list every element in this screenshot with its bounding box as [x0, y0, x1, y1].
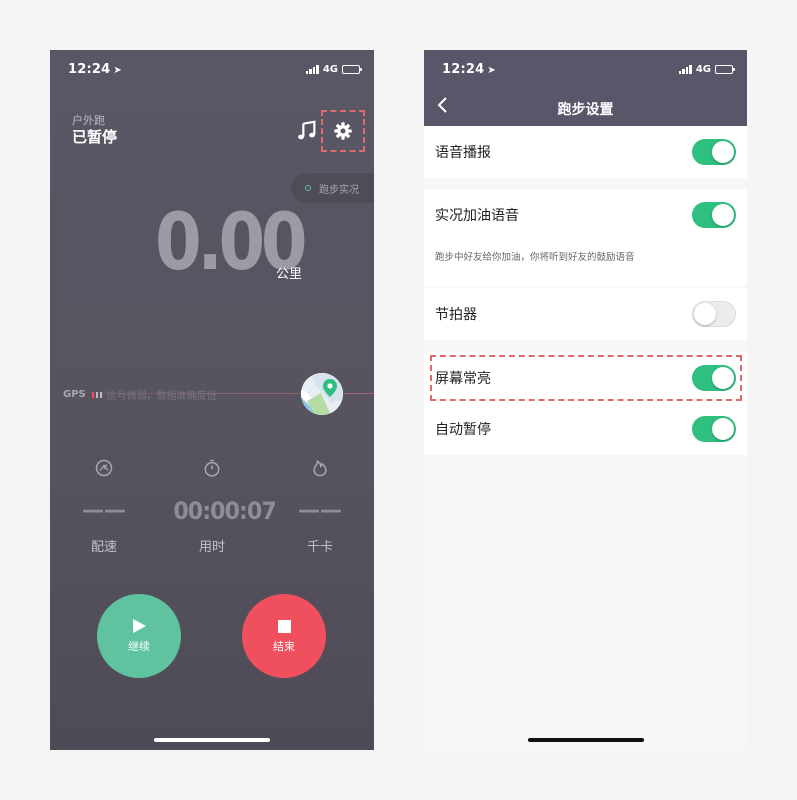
network-label: 4G: [695, 64, 711, 75]
map-button[interactable]: [301, 373, 343, 415]
live-status-button[interactable]: 跑步实况: [291, 173, 374, 203]
run-settings-screen: 12:24 ➤ 4G 跑步设置 语音播报 实况加油语音 跑步中好友给你加油，你将听…: [424, 50, 747, 750]
stop-label: 结束: [273, 639, 295, 653]
location-arrow-icon: ➤: [113, 65, 122, 76]
voice-broadcast-toggle[interactable]: [692, 139, 736, 165]
running-screen: 12:24 ➤ 4G 户外跑 已暂停 跑步实况 0.00 公里 GPS 信号微弱…: [50, 50, 374, 750]
setting-voice-broadcast: 语音播报: [424, 126, 747, 178]
distance-unit: 公里: [276, 267, 303, 282]
settings-button[interactable]: [321, 110, 365, 152]
setting-label: 节拍器: [435, 307, 477, 323]
run-status: 已暂停: [72, 128, 118, 146]
flame-icon: [313, 459, 327, 477]
gps-label: GPS: [63, 389, 86, 400]
battery-icon: [342, 65, 362, 74]
status-bar: 12:24 ➤ 4G: [50, 50, 374, 90]
status-right: 4G: [305, 64, 362, 75]
home-indicator[interactable]: [528, 738, 644, 742]
stat-pace: —— 配速: [74, 458, 134, 555]
pace-value: ——: [82, 498, 126, 523]
gps-message: 信号微弱，数据准确度低: [106, 391, 217, 402]
battery-icon: [715, 65, 735, 74]
setting-label: 实况加油语音: [435, 208, 519, 224]
calories-label: 千卡: [306, 540, 333, 555]
gear-icon: [334, 122, 352, 140]
setting-metronome: 节拍器: [424, 288, 747, 340]
map-icon: [301, 373, 343, 415]
live-label: 跑步实况: [319, 184, 359, 196]
signal-icon: [305, 65, 319, 74]
stat-calories: —— 千卡: [290, 458, 350, 555]
cheer-voice-toggle[interactable]: [692, 202, 736, 228]
gps-status: GPS 信号微弱，数据准确度低: [63, 387, 217, 402]
auto-pause-toggle[interactable]: [692, 416, 736, 442]
metronome-toggle[interactable]: [692, 301, 736, 327]
home-indicator[interactable]: [154, 738, 270, 742]
music-icon[interactable]: [296, 120, 318, 142]
live-dot-icon: [305, 185, 311, 191]
duration-label: 用时: [198, 540, 225, 555]
duration-value: 00:00:07: [173, 497, 276, 525]
signal-icon: [678, 65, 692, 74]
setting-auto-pause: 自动暂停: [424, 403, 747, 455]
setting-label: 语音播报: [435, 145, 491, 161]
gps-signal-icon: [91, 391, 102, 398]
network-label: 4G: [322, 64, 338, 75]
status-time: 12:24 ➤: [68, 62, 122, 77]
settings-header: 12:24 ➤ 4G 跑步设置: [424, 50, 747, 126]
location-arrow-icon: ➤: [487, 65, 496, 76]
setting-label: 自动暂停: [435, 422, 491, 438]
continue-button[interactable]: 继续: [97, 594, 181, 678]
calories-value: ——: [298, 498, 342, 523]
speedometer-icon: [95, 459, 113, 477]
status-right: 4G: [678, 64, 735, 75]
stopwatch-icon: [204, 459, 220, 477]
stop-button[interactable]: 结束: [242, 594, 326, 678]
status-bar: 12:24 ➤ 4G: [424, 50, 747, 90]
cheer-voice-note: 跑步中好友给你加油，你将听到好友的鼓励语音: [424, 241, 747, 286]
continue-label: 继续: [128, 640, 150, 653]
play-icon: [133, 619, 146, 633]
page-title: 跑步设置: [557, 102, 614, 118]
highlight-box: [430, 355, 742, 401]
stop-icon: [277, 619, 291, 633]
setting-cheer-voice: 实况加油语音: [424, 189, 747, 241]
pace-label: 配速: [90, 540, 117, 555]
status-time: 12:24 ➤: [442, 62, 496, 77]
stat-duration: 00:00:07 用时: [170, 458, 277, 555]
